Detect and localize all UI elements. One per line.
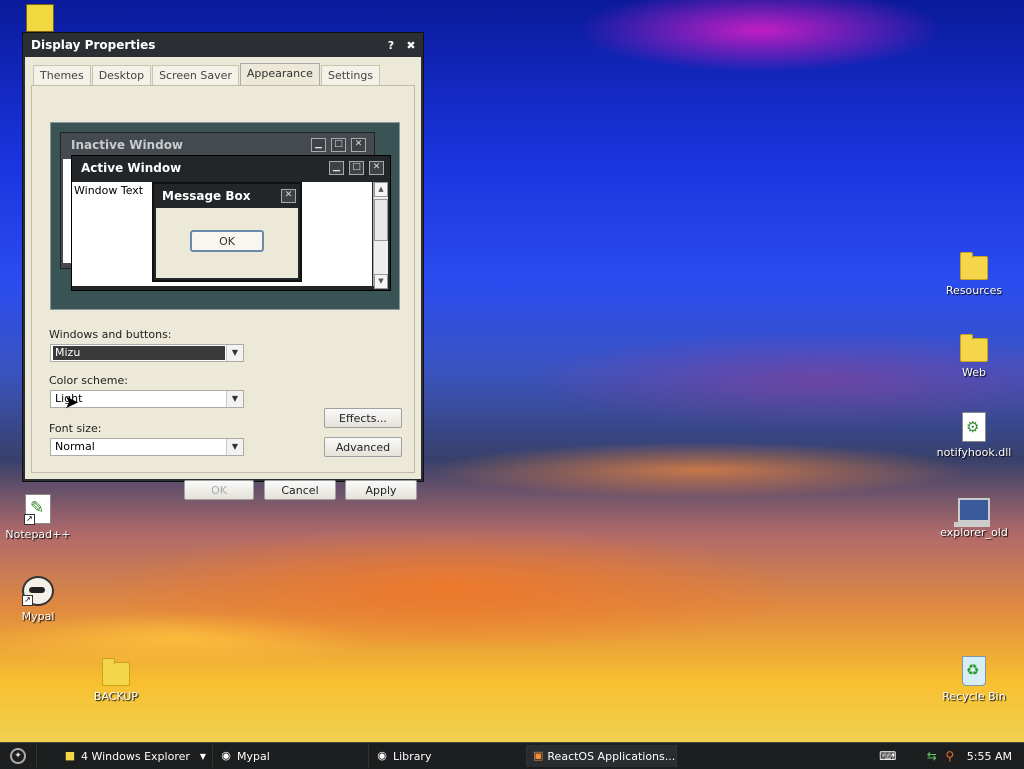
notepadpp-icon: ↗ xyxy=(24,494,51,525)
appearance-panel: Inactive Window ▁ □ ✕ Active Window ▁ □ … xyxy=(31,85,417,500)
desktop-icon-label: Mypal xyxy=(21,610,55,623)
cancel-button[interactable]: Cancel xyxy=(264,480,336,500)
tab-screen-saver[interactable]: Screen Saver xyxy=(152,65,239,85)
minimize-icon: ▁ xyxy=(329,161,344,175)
desktop-icon-label: BACKUP xyxy=(93,690,139,703)
folder-icon xyxy=(960,334,988,362)
search-icon[interactable]: ⚲ xyxy=(941,749,959,763)
tab-settings[interactable]: Settings xyxy=(320,65,381,85)
tab-desktop[interactable]: Desktop xyxy=(91,65,152,85)
app-manager-icon: ▣ xyxy=(533,749,544,762)
preview-ok-button: OK xyxy=(190,230,264,252)
desktop-icon-label: Recycle Bin xyxy=(942,690,1006,703)
taskbar-item-reactos-applications[interactable]: ▣ ReactOS Applications... xyxy=(527,745,677,767)
apply-button[interactable]: Apply xyxy=(345,480,417,500)
minimize-icon: ▁ xyxy=(311,138,326,152)
desktop-icon-notifyhook[interactable]: notifyhook.dll xyxy=(932,412,1016,459)
title-bar[interactable]: Display Properties ? ✖ xyxy=(23,33,423,57)
preview-message-box: Message Box ✕ OK xyxy=(152,182,302,282)
scroll-thumb xyxy=(374,199,388,241)
recycle-bin-icon xyxy=(962,656,986,686)
scroll-down-icon: ▼ xyxy=(374,274,388,289)
font-size-value: Normal xyxy=(55,440,95,453)
appearance-preview: Inactive Window ▁ □ ✕ Active Window ▁ □ … xyxy=(50,122,400,310)
system-tray-app-icon[interactable] xyxy=(26,4,54,32)
mypal-icon: ◉ xyxy=(221,749,231,762)
desktop-icon-mypal[interactable]: ↗ Mypal xyxy=(0,576,80,623)
close-icon: ✕ xyxy=(351,138,366,152)
preview-inactive-controls: ▁ □ ✕ xyxy=(306,138,366,152)
network-icon[interactable]: ⇆ xyxy=(923,749,941,763)
close-icon: ✕ xyxy=(369,161,384,175)
taskbar-item-windows-explorer[interactable]: ■ 4 Windows Explorer ▼ xyxy=(57,745,213,767)
desktop-icon-label: notifyhook.dll xyxy=(936,446,1012,459)
color-scheme-label: Color scheme: xyxy=(49,374,128,387)
preview-active-window: Active Window ▁ □ ✕ Window Text ▲ ▼ Mess… xyxy=(71,155,391,291)
library-icon: ◉ xyxy=(377,749,387,762)
taskbar-item-label: Library xyxy=(393,749,432,763)
clock[interactable]: 5:55 AM xyxy=(959,750,1024,763)
preview-message-box-body: OK xyxy=(156,208,298,278)
taskbar-item-library[interactable]: ◉ Library xyxy=(369,745,527,767)
advanced-button[interactable]: Advanced xyxy=(324,437,402,457)
help-button[interactable]: ? xyxy=(383,37,399,53)
mypal-icon: ↗ xyxy=(22,576,54,606)
system-tray: ⌨ ⇆ ⚲ 5:55 AM xyxy=(879,743,1024,769)
keyboard-icon[interactable]: ⌨ xyxy=(879,749,897,763)
reactos-start-icon: ✦ xyxy=(10,748,26,764)
ok-button[interactable]: OK xyxy=(184,480,254,500)
desktop-icon-explorer-old[interactable]: explorer_old xyxy=(932,494,1016,539)
close-button[interactable]: ✖ xyxy=(403,37,419,53)
preview-message-box-title: Message Box xyxy=(162,189,251,203)
taskbar-item-mypal[interactable]: ◉ Mypal xyxy=(213,745,369,767)
chevron-down-icon[interactable]: ▼ xyxy=(226,391,243,407)
color-scheme-select[interactable]: Light ▼ xyxy=(50,390,244,408)
taskbar-item-label: 4 Windows Explorer xyxy=(81,749,190,763)
desktop-icon-resources[interactable]: Resources xyxy=(932,250,1016,297)
taskbar-item-label: ReactOS Applications... xyxy=(547,749,676,763)
tab-strip: Themes Desktop Screen Saver Appearance S… xyxy=(33,63,381,85)
desktop-icon-web[interactable]: Web xyxy=(932,332,1016,379)
folder-icon: ■ xyxy=(64,749,76,762)
close-icon: ✕ xyxy=(281,189,296,203)
desktop-icon-label: explorer_old xyxy=(940,526,1008,539)
preview-inactive-body xyxy=(63,159,71,263)
font-size-label: Font size: xyxy=(49,422,102,435)
preview-scrollbar: ▲ ▼ xyxy=(373,182,388,289)
computer-icon xyxy=(954,498,990,527)
windows-buttons-select[interactable]: Mizu ▼ xyxy=(50,344,244,362)
display-properties-window: Display Properties ? ✖ Themes Desktop Sc… xyxy=(22,32,424,500)
desktop-icon-backup[interactable]: BACKUP xyxy=(74,656,158,703)
windows-buttons-value: Mizu xyxy=(53,346,225,360)
tab-themes[interactable]: Themes xyxy=(33,65,91,85)
taskbar: ✦ ■ 4 Windows Explorer ▼ ◉ Mypal ◉ Libra… xyxy=(0,742,1024,769)
desktop-icon-label: Resources xyxy=(945,284,1003,297)
desktop-icon-label: Notepad++ xyxy=(5,528,71,541)
chevron-down-icon: ▼ xyxy=(199,751,206,761)
start-button[interactable]: ✦ xyxy=(0,744,37,768)
scroll-up-icon: ▲ xyxy=(374,182,388,197)
window-title: Display Properties xyxy=(31,38,156,52)
windows-buttons-label: Windows and buttons: xyxy=(49,328,172,341)
dll-icon xyxy=(962,412,986,442)
maximize-icon: □ xyxy=(331,138,346,152)
folder-icon xyxy=(102,658,130,686)
tab-appearance[interactable]: Appearance xyxy=(239,63,320,85)
font-size-select[interactable]: Normal ▼ xyxy=(50,438,244,456)
chevron-down-icon[interactable]: ▼ xyxy=(226,345,243,361)
chevron-down-icon[interactable]: ▼ xyxy=(226,439,243,455)
folder-icon xyxy=(960,252,988,280)
dialog-client: Themes Desktop Screen Saver Appearance S… xyxy=(25,57,421,500)
preview-active-controls: ▁ □ ✕ xyxy=(324,161,384,175)
desktop-icon-recycle-bin[interactable]: Recycle Bin xyxy=(932,656,1016,703)
desktop-icon-label: Web xyxy=(962,366,986,379)
effects-button[interactable]: Effects... xyxy=(324,408,402,428)
maximize-icon: □ xyxy=(349,161,364,175)
desktop-icon-notepadpp[interactable]: ↗ Notepad++ xyxy=(0,494,80,541)
taskbar-item-label: Mypal xyxy=(237,749,270,763)
